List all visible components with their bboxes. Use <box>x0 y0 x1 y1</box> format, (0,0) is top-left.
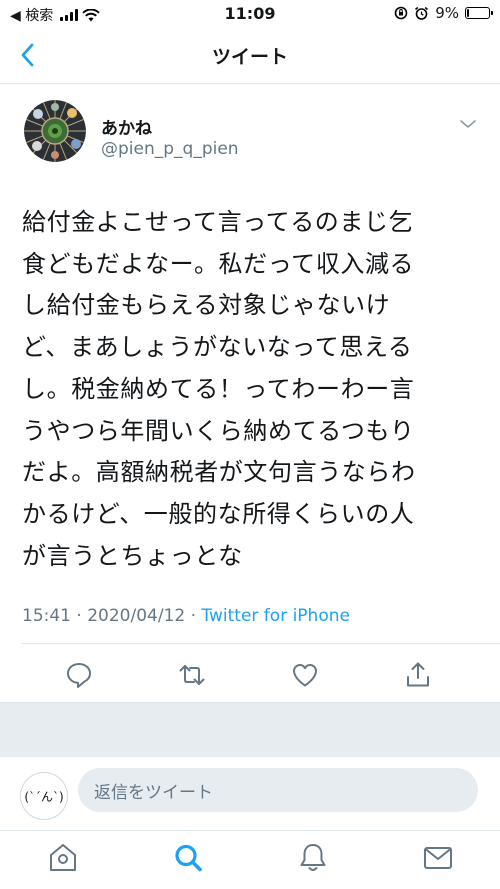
tweet-text: 給付金よこせって言ってるのまじ乞 食どもだよなー。私だって収入減る し給付金もら… <box>22 208 416 570</box>
tweet-meta: 15:41 · 2020/04/12 · Twitter for iPhone <box>22 606 350 626</box>
avatar[interactable] <box>24 100 86 162</box>
divider <box>22 643 500 644</box>
battery-percent: 9% <box>435 4 459 22</box>
meta-separator: · <box>76 606 82 626</box>
display-name[interactable]: あかね <box>101 114 152 139</box>
battery-icon <box>465 7 493 19</box>
comment-icon[interactable] <box>64 660 94 690</box>
page-title: ツイート <box>211 46 288 68</box>
heart-icon[interactable] <box>290 660 320 690</box>
status-right: 9% <box>394 4 493 22</box>
tweet-date: 2020/04/12 <box>87 606 186 626</box>
username[interactable]: @pien_p_q_pien <box>101 139 239 159</box>
mail-icon[interactable] <box>421 841 455 875</box>
tweet-detail-screen: ◀ 検索 11:09 9% ツイート あかね @pien_p_q_pien 給付… <box>0 0 500 889</box>
nav-header: ツイート <box>0 28 500 84</box>
bell-icon[interactable] <box>296 841 330 875</box>
replies-area <box>0 703 500 757</box>
reply-input[interactable]: 返信をツイート <box>78 768 478 812</box>
tweet-source-link[interactable]: Twitter for iPhone <box>201 606 350 626</box>
alarm-icon <box>415 6 429 20</box>
meta-separator: · <box>190 606 197 626</box>
avatar-image <box>24 100 86 162</box>
tab-bar <box>0 830 500 889</box>
search-icon[interactable] <box>171 841 205 875</box>
reply-avatar[interactable]: (ˋ´ん`) <box>20 772 68 820</box>
home-icon[interactable] <box>46 841 80 875</box>
share-icon[interactable] <box>403 660 433 690</box>
chevron-down-icon[interactable] <box>458 114 478 134</box>
battery-fill <box>467 9 469 17</box>
rotation-lock-icon <box>394 6 408 20</box>
tweet-time: 15:41 <box>22 606 71 626</box>
retweet-icon[interactable] <box>177 660 207 690</box>
action-bar <box>0 660 500 694</box>
status-bar: ◀ 検索 11:09 9% <box>0 0 500 28</box>
